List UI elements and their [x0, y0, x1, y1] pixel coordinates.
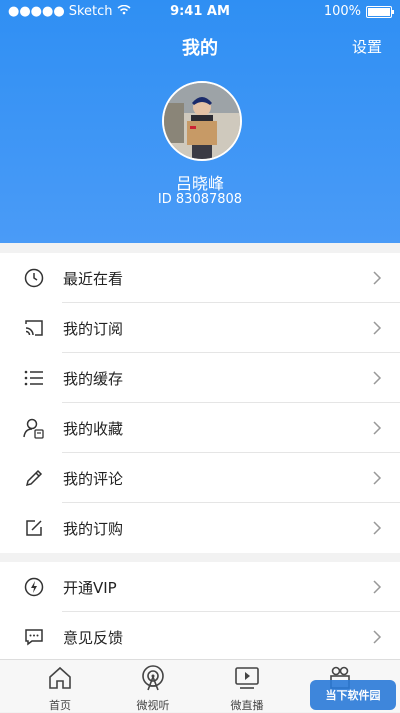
chevron-right-icon — [373, 271, 382, 285]
menu-item-subscriptions[interactable]: 我的订阅 — [0, 303, 400, 353]
menu-item-label: 最近在看 — [63, 269, 124, 288]
menu-item-label: 我的订阅 — [63, 319, 124, 338]
profile-header: ●●●●● Sketch 9:41 AM 100% 我的 设置 吕晓峰 ID 8… — [0, 0, 400, 243]
menu-item-vip[interactable]: 开通VIP — [0, 562, 400, 612]
chevron-right-icon — [373, 580, 382, 594]
avatar[interactable] — [162, 81, 242, 161]
menu-item-label: 我的收藏 — [63, 419, 124, 438]
clock-icon — [23, 267, 45, 289]
tab-audio[interactable]: 微视听 — [103, 660, 203, 712]
watermark-logo: 当下软件园 — [310, 680, 396, 710]
chevron-right-icon — [373, 471, 382, 485]
menu-group-secondary: 开通VIP 意见反馈 — [0, 562, 400, 662]
tab-home[interactable]: 首页 — [10, 660, 110, 712]
menu-item-label: 我的评论 — [63, 469, 124, 488]
chevron-right-icon — [373, 321, 382, 335]
status-right: 100% — [323, 4, 394, 19]
chat-icon — [23, 626, 45, 648]
broadcast-icon — [142, 665, 164, 691]
chevron-right-icon — [373, 371, 382, 385]
menu-item-purchases[interactable]: 我的订购 — [0, 503, 400, 553]
chevron-right-icon — [373, 521, 382, 535]
status-bar: ●●●●● Sketch 9:41 AM 100% — [0, 0, 400, 22]
menu-item-label: 我的缓存 — [63, 369, 124, 388]
menu-item-favorites[interactable]: 我的收藏 — [0, 403, 400, 453]
battery-label: 100% — [323, 4, 361, 19]
tab-live[interactable]: 微直播 — [197, 660, 297, 712]
battery-icon — [366, 5, 394, 18]
lightning-icon — [23, 576, 45, 598]
user-id: ID 83087808 — [157, 192, 243, 207]
menu-item-feedback[interactable]: 意见反馈 — [0, 612, 400, 662]
user-favorite-icon — [23, 417, 45, 439]
tv-icon — [235, 667, 259, 689]
home-icon — [49, 666, 71, 689]
menu-item-label: 我的订购 — [63, 519, 124, 538]
list-icon — [23, 367, 45, 389]
menu-item-recent[interactable]: 最近在看 — [0, 253, 400, 303]
tab-bar: 首页 微视听 微直播 当下软件园 — [0, 659, 400, 712]
menu-item-label: 意见反馈 — [63, 628, 124, 647]
settings-button[interactable]: 设置 — [352, 36, 382, 57]
menu-item-cache[interactable]: 我的缓存 — [0, 353, 400, 403]
cast-icon — [23, 317, 45, 339]
menu-item-comments[interactable]: 我的评论 — [0, 453, 400, 503]
page-title: 我的 — [182, 38, 218, 59]
menu-group-primary: 最近在看 我的订阅 我的缓存 我的收藏 我的评论 我的订购 — [0, 253, 400, 553]
edit-icon — [23, 517, 45, 539]
chevron-right-icon — [373, 421, 382, 435]
chevron-right-icon — [373, 630, 382, 644]
username: 吕晓峰 — [175, 174, 224, 193]
menu-item-label: 开通VIP — [63, 578, 117, 597]
pencil-icon — [23, 467, 45, 489]
